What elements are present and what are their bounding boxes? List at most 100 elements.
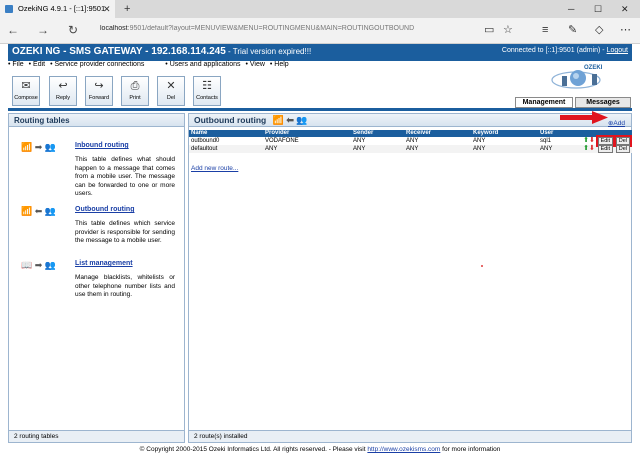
stray-dot [481,265,483,267]
address-path: :9501/default?layout=MENUVIEW&MENU=ROUTI… [127,25,415,32]
new-tab-icon[interactable]: + [124,0,130,18]
address-bar[interactable]: localhost:9501/default?layout=MENUVIEW&M… [100,25,480,32]
routes-table: Name Provider Sender Receiver Keyword Us… [189,130,633,153]
outbound-header-icon: 📶 ⬅ 👥 [272,115,308,125]
compose-button[interactable]: ✉ Compose [12,76,40,106]
cell-user: ANY [538,145,582,153]
list-management-link[interactable]: List management [75,260,133,267]
col-actions [581,130,632,137]
logo-text: OZEKI [584,65,603,71]
tab-close-icon[interactable]: ✕ [103,0,111,18]
col-keyword: Keyword [471,130,538,137]
move-down-icon[interactable]: ⬇ [589,137,595,144]
forward-button[interactable]: ↪ Forward [85,76,113,106]
hub-icon[interactable]: ≡ [542,24,548,36]
print-button[interactable]: ⎙ Print [121,76,149,106]
forward-icon[interactable]: → [37,23,49,37]
window-close-icon[interactable]: ✕ [621,0,629,18]
connection-status: Connected to [::1]:9501 (admin) - Logout [501,47,628,54]
menu-service-provider-connections[interactable]: • Service provider connections [50,61,144,68]
delete-icon: ✕ [166,80,176,92]
cell-keyword: ANY [471,145,538,153]
ozeki-website-link[interactable]: http://www.ozekisms.com [367,446,440,453]
inbound-routing-icon: 📶 ➡ 👥 [21,142,56,152]
table-header-row: Name Provider Sender Receiver Keyword Us… [189,130,632,137]
maximize-icon[interactable]: ☐ [594,0,602,18]
refresh-icon[interactable]: ↻ [68,23,78,37]
menu-help[interactable]: • Help [270,61,289,68]
col-name: Name [189,130,263,137]
app-title: OZEKI NG - SMS GATEWAY - 192.168.114.245… [12,46,312,57]
browser-navbar: ← → ↻ localhost:9501/default?layout=MENU… [0,18,640,44]
favorite-star-icon[interactable]: ☆ [503,24,513,36]
edit-button[interactable]: Edit [595,135,616,147]
contacts-button[interactable]: ☷ Contacts [193,76,221,106]
table-row: outbound0 VODAFONE ANY ANY ANY sql1 ⬆⬇ E… [189,135,633,147]
copyright-footer: © Copyright 2000-2015 Ozeki Informatics … [139,446,501,453]
cell-name: defaultout [189,145,263,153]
minimize-icon[interactable]: ─ [568,0,574,18]
outbound-routing-title: Outbound routing [194,115,267,125]
move-down-icon[interactable]: ⬇ [589,145,595,152]
list-management-icon: 📖 ➡ 👥 [21,260,56,270]
routing-tables-count: 2 routing tables [9,430,184,442]
share-icon[interactable]: ◇ [595,24,603,36]
menu-view[interactable]: • View [245,61,264,68]
routing-tables-panel: Routing tables 📶 ➡ 👥 Inbound routing Thi… [8,113,185,443]
cell-actions: ⬆⬇ Edit Del [581,145,632,153]
more-icon[interactable]: ⋯ [620,24,631,36]
outbound-routing-icon: 📶 ⬅ 👥 [21,206,56,216]
outbound-routing-link[interactable]: Outbound routing [75,206,134,213]
col-user: User [538,130,582,137]
tab-messages[interactable]: Messages [575,97,631,108]
reply-button[interactable]: ↩ Reply [49,76,77,106]
trial-notice: - Trial version expired!!! [225,47,312,56]
routes-count: 2 route(s) installed [189,430,631,442]
del-button[interactable]: Del [613,135,633,147]
cell-receiver: ANY [404,145,471,153]
cell-user: sql1 [538,137,582,145]
inbound-routing-desc: This table defines what should happen to… [75,156,175,197]
delete-button[interactable]: ✕ Del [157,76,185,106]
col-receiver: Receiver [404,130,471,137]
del-button[interactable]: Del [615,145,630,153]
compose-icon: ✉ [21,80,31,92]
add-new-route-link[interactable]: Add new route... [191,165,238,172]
forward-message-icon: ↪ [94,80,104,92]
cell-actions: ⬆⬇ Edit Del [581,135,633,147]
table-row: defaultout ANY ANY ANY ANY ANY ⬆⬇ Edit D… [189,145,632,153]
cell-receiver: ANY [404,137,471,145]
col-provider: Provider [263,130,351,137]
tab-title: OzekiNG 4.9.1 - [::1]:9501 [18,4,106,13]
app-header: OZEKI NG - SMS GATEWAY - 192.168.114.245… [8,44,632,61]
cell-sender: ANY [351,145,404,153]
address-host: localhost [100,25,128,32]
cell-provider: ANY [263,145,351,153]
outbound-routing-panel: Outbound routing 📶 ⬅ 👥 ⊕Add Name Provide… [188,113,633,443]
outbound-routing-desc: This table defines which service provide… [75,220,175,244]
col-sender: Sender [351,130,404,137]
browser-tab[interactable]: OzekiNG 4.9.1 - [::1]:9501 ✕ [0,0,115,18]
web-note-icon[interactable]: ✎ [568,24,577,36]
cell-name: outbound0 [189,137,263,145]
red-arrow-annotation [560,111,608,124]
edit-button[interactable]: Edit [597,145,614,153]
menu-edit[interactable]: • Edit [29,61,45,68]
inbound-routing-link[interactable]: Inbound routing [75,142,129,149]
menu-file[interactable]: • File [8,61,24,68]
cell-keyword: ANY [471,137,538,145]
cell-sender: ANY [351,137,404,145]
tab-management[interactable]: Management [515,97,573,108]
print-icon: ⎙ [130,80,140,92]
reading-view-icon[interactable]: ▭ [484,24,494,36]
logout-link[interactable]: Logout [607,47,628,54]
menu-users-and-applications[interactable]: • Users and applications [165,61,240,68]
back-icon[interactable]: ← [7,23,19,37]
routing-tables-title: Routing tables [9,114,184,127]
contacts-icon: ☷ [202,80,212,92]
browser-tabstrip: OzekiNG 4.9.1 - [::1]:9501 ✕ + ─ ☐ ✕ [0,0,640,18]
header-divider [8,108,632,111]
menu-bar: • File • Edit • Service provider connect… [8,61,528,72]
list-management-desc: Manage blacklists, whitelists or other t… [75,274,175,298]
add-route-link[interactable]: ⊕Add [608,117,625,130]
